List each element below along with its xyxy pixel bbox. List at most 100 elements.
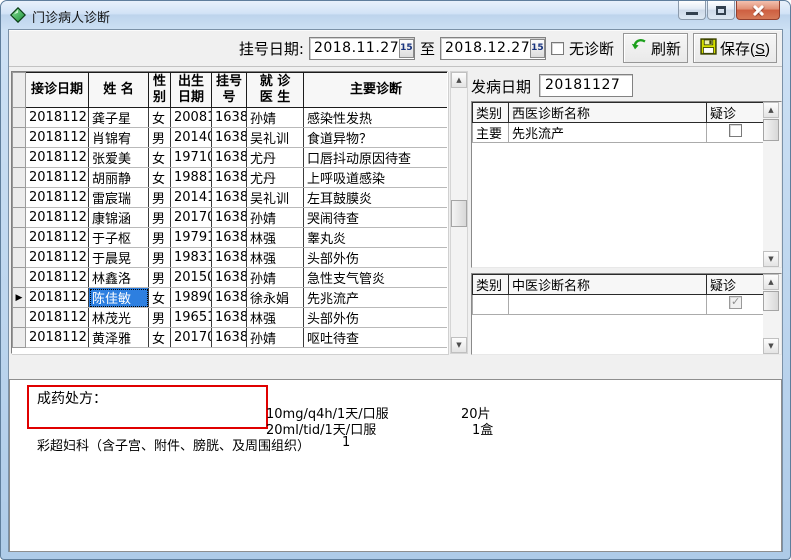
cell-reg-no[interactable]: 16386 bbox=[211, 247, 247, 268]
cell-gender[interactable]: 男 bbox=[148, 307, 171, 328]
cell-gender[interactable]: 男 bbox=[148, 247, 171, 268]
col-header-category[interactable]: 类别 bbox=[472, 274, 509, 295]
cell-reg-no[interactable]: 16386 bbox=[211, 267, 247, 288]
cell-reg-no[interactable]: 16386 bbox=[211, 227, 247, 248]
minimize-button[interactable] bbox=[678, 1, 706, 20]
table-row[interactable]: 20181127龚子星女2008116386孙婧感染性发热 bbox=[12, 107, 447, 128]
cell-category[interactable] bbox=[472, 294, 509, 315]
cell-category[interactable]: 主要 bbox=[472, 122, 509, 143]
cell-name[interactable]: 张爱美 bbox=[88, 147, 149, 168]
cell-visit-date[interactable]: 20181127 bbox=[25, 227, 89, 248]
cell-gender[interactable]: 男 bbox=[148, 187, 171, 208]
cell-gender[interactable]: 女 bbox=[148, 107, 171, 128]
maximize-button[interactable] bbox=[707, 1, 735, 20]
cell-birth-date[interactable]: 20170 bbox=[170, 327, 212, 348]
cell-reg-no[interactable]: 16386 bbox=[211, 127, 247, 148]
cell-visit-date[interactable]: 20181127 bbox=[25, 107, 89, 128]
scroll-thumb[interactable] bbox=[763, 119, 779, 141]
calendar-icon[interactable]: 15 bbox=[399, 38, 414, 58]
cell-diagnosis[interactable]: 口唇抖动原因待查 bbox=[303, 147, 447, 168]
scroll-up-icon[interactable]: ▲ bbox=[763, 102, 779, 118]
scroll-up-icon[interactable]: ▲ bbox=[763, 274, 779, 290]
cell-doctor[interactable]: 吴礼训 bbox=[246, 187, 304, 208]
cell-diagnosis[interactable]: 急性支气管炎 bbox=[303, 267, 447, 288]
cell-name[interactable]: 于晨晃 bbox=[88, 247, 149, 268]
table-row[interactable]: 20181127胡丽静女1988116386尤丹上呼吸道感染 bbox=[12, 167, 447, 188]
cell-doctor[interactable]: 吴礼训 bbox=[246, 127, 304, 148]
cell-birth-date[interactable]: 19890 bbox=[170, 287, 212, 308]
cell-birth-date[interactable]: 20141 bbox=[170, 187, 212, 208]
cell-visit-date[interactable]: 20181127 bbox=[25, 207, 89, 228]
cell-doctor[interactable]: 林强 bbox=[246, 247, 304, 268]
cell-visit-date[interactable]: 20181127 bbox=[25, 307, 89, 328]
cell-name[interactable]: 黄泽雅 bbox=[88, 327, 149, 348]
cell-reg-no[interactable]: 16386 bbox=[211, 187, 247, 208]
cell-name[interactable]: 于子枢 bbox=[88, 227, 149, 248]
cell-doctor[interactable]: 孙婧 bbox=[246, 267, 304, 288]
cell-birth-date[interactable]: 20081 bbox=[170, 107, 212, 128]
cell-visit-date[interactable]: 20181127 bbox=[25, 327, 89, 348]
table-row[interactable]: 20181127于晨晃男1983116386林强头部外伤 bbox=[12, 247, 447, 268]
cell-gender[interactable]: 女 bbox=[148, 327, 171, 348]
calendar-icon[interactable]: 15 bbox=[530, 38, 545, 58]
titlebar[interactable]: 门诊病人诊断 bbox=[1, 1, 790, 29]
col-header-tcm-name[interactable]: 中医诊断名称 bbox=[508, 274, 707, 295]
col-header-gender[interactable]: 性别 bbox=[148, 72, 171, 108]
cell-suspected[interactable] bbox=[706, 294, 765, 315]
cell-gender[interactable]: 男 bbox=[148, 267, 171, 288]
col-header-name[interactable]: 姓 名 bbox=[88, 72, 149, 108]
date-from-input[interactable]: 2018.11.27 15 bbox=[308, 36, 415, 60]
col-header-suspected[interactable]: 疑诊 bbox=[706, 274, 765, 295]
cell-diagnosis[interactable]: 哭闹待查 bbox=[303, 207, 447, 228]
table-row[interactable]: 20181127肖锦宥男2014016386吴礼训食道异物？ bbox=[12, 127, 447, 148]
cell-diagnosis[interactable]: 感染性发热 bbox=[303, 107, 447, 128]
cell-name[interactable]: 龚子星 bbox=[88, 107, 149, 128]
cell-doctor[interactable]: 林强 bbox=[246, 307, 304, 328]
cell-diagnosis[interactable]: 睾丸炎 bbox=[303, 227, 447, 248]
cell-visit-date[interactable]: 20181127 bbox=[25, 127, 89, 148]
cell-visit-date[interactable]: 20181127 bbox=[25, 267, 89, 288]
cell-birth-date[interactable]: 19651 bbox=[170, 307, 212, 328]
cell-doctor[interactable]: 孙婧 bbox=[246, 327, 304, 348]
scroll-down-icon[interactable]: ▼ bbox=[763, 338, 779, 354]
cell-name[interactable]: 雷宸瑞 bbox=[88, 187, 149, 208]
cell-doctor[interactable]: 林强 bbox=[246, 227, 304, 248]
col-header-doctor[interactable]: 就 诊医 生 bbox=[246, 72, 304, 108]
cell-birth-date[interactable]: 20170 bbox=[170, 207, 212, 228]
save-button[interactable]: 保存(S) bbox=[692, 33, 777, 63]
cell-gender[interactable]: 女 bbox=[148, 287, 171, 308]
cell-diagnosis[interactable]: 头部外伤 bbox=[303, 247, 447, 268]
cell-diagnosis-name[interactable]: 先兆流产 bbox=[508, 122, 707, 143]
cell-doctor[interactable]: 尤丹 bbox=[246, 167, 304, 188]
cell-name[interactable]: 康锦涵 bbox=[88, 207, 149, 228]
cell-birth-date[interactable]: 19710 bbox=[170, 147, 212, 168]
cell-birth-date[interactable]: 20150 bbox=[170, 267, 212, 288]
cell-reg-no[interactable]: 16386 bbox=[211, 327, 247, 348]
tcm-table-scrollbar[interactable]: ▲ ▼ bbox=[763, 274, 781, 354]
col-header-category[interactable]: 类别 bbox=[472, 102, 509, 123]
table-row[interactable]: 20181127张爱美女1971016386尤丹口唇抖动原因待查 bbox=[12, 147, 447, 168]
close-button[interactable] bbox=[736, 1, 780, 20]
cell-gender[interactable]: 男 bbox=[148, 227, 171, 248]
cell-diagnosis[interactable]: 食道异物？ bbox=[303, 127, 447, 148]
cell-doctor[interactable]: 尤丹 bbox=[246, 147, 304, 168]
scroll-thumb[interactable] bbox=[763, 291, 779, 311]
cell-reg-no[interactable]: 16386 bbox=[211, 107, 247, 128]
table-row[interactable]: 20181127康锦涵男2017016386孙婧哭闹待查 bbox=[12, 207, 447, 228]
onset-date-input[interactable]: 20181127 bbox=[539, 74, 633, 97]
cell-visit-date[interactable]: 20181127 bbox=[25, 247, 89, 268]
cell-birth-date[interactable]: 19831 bbox=[170, 247, 212, 268]
cell-reg-no[interactable]: 16386 bbox=[211, 147, 247, 168]
col-header-suspected[interactable]: 疑诊 bbox=[706, 102, 765, 123]
cell-gender[interactable]: 男 bbox=[148, 127, 171, 148]
date-to-input[interactable]: 2018.12.27 15 bbox=[439, 36, 546, 60]
col-header-diagnosis[interactable]: 主要诊断 bbox=[303, 72, 447, 108]
scroll-down-icon[interactable]: ▼ bbox=[451, 337, 467, 353]
cell-name[interactable]: 陈佳敏 bbox=[88, 287, 149, 308]
cell-birth-date[interactable]: 19881 bbox=[170, 167, 212, 188]
table-row[interactable] bbox=[472, 294, 765, 315]
cell-gender[interactable]: 男 bbox=[148, 207, 171, 228]
cell-gender[interactable]: 女 bbox=[148, 147, 171, 168]
table-row[interactable]: 20181127林鑫洛男2015016386孙婧急性支气管炎 bbox=[12, 267, 447, 288]
cell-gender[interactable]: 女 bbox=[148, 167, 171, 188]
